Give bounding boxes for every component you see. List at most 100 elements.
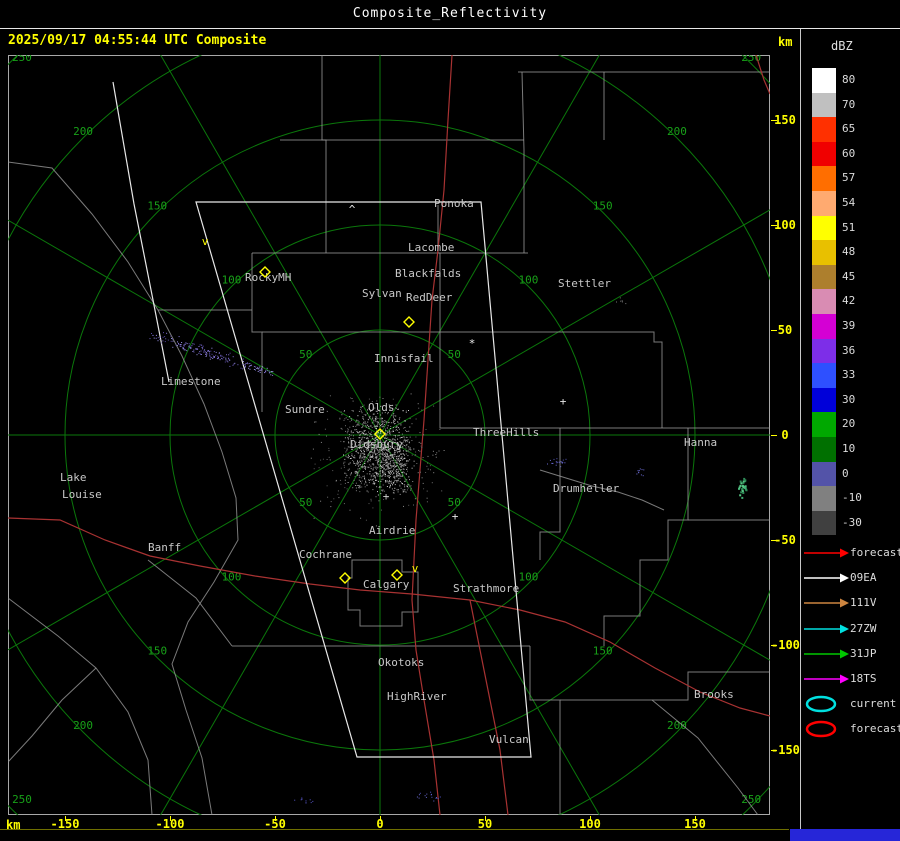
- dbz-value-label-36: 36: [842, 343, 856, 357]
- dbz-swatch-80: [812, 68, 836, 93]
- city-label-sylvan: Sylvan: [362, 287, 402, 300]
- city-label-olds: Olds: [368, 401, 395, 414]
- radial-line-300: [379, 55, 600, 436]
- caret-marker: ^: [349, 203, 356, 216]
- bottom-axis-tick: [275, 816, 276, 821]
- dbz-swatch-0: [812, 461, 836, 487]
- vector-label-111v: 111V: [850, 596, 877, 610]
- bottom-axis-tick: [590, 816, 591, 821]
- range-ring-label-150: 150: [593, 199, 613, 212]
- county-boundary-line: [8, 597, 153, 815]
- range-ring-label-50: 50: [299, 496, 312, 509]
- city-label-hanna: Hanna: [684, 436, 717, 449]
- current-ellipse-icon: [805, 695, 837, 713]
- coverage-boundary-line: [195, 201, 532, 758]
- range-ring-label-150: 150: [147, 645, 167, 658]
- radial-line-120: [160, 434, 381, 815]
- dbz-value-label-48: 48: [842, 245, 856, 259]
- range-ring-label-200: 200: [73, 125, 93, 138]
- ellipse-label-current: current: [850, 697, 897, 710]
- range-ring-label-50: 50: [448, 496, 461, 509]
- radar-echoes: [149, 297, 748, 804]
- plus-marker: +: [560, 395, 567, 408]
- range-ring-label-200: 200: [73, 719, 93, 732]
- county-boundary-line: [603, 428, 689, 646]
- county-boundary-line: [560, 671, 770, 701]
- county-boundary-line: [529, 646, 561, 815]
- right-axis-tick: [771, 330, 777, 331]
- v-marker: v: [412, 562, 419, 575]
- range-ring-label-50: 50: [299, 348, 312, 361]
- forecast-ellipse-icon: [805, 720, 837, 738]
- dbz-swatch-33: [812, 363, 836, 388]
- dbz-value-label-51: 51: [842, 220, 856, 234]
- bottom-axis-tick: [695, 816, 696, 821]
- city-label-louise: Louise: [62, 488, 102, 501]
- city-label-cochrane: Cochrane: [299, 548, 352, 561]
- city-label-stettler: Stettler: [558, 277, 611, 290]
- city-label-threehills: ThreeHills: [473, 426, 539, 439]
- dbz-swatch-60: [812, 141, 836, 167]
- dbz-swatch-70: [812, 92, 836, 118]
- range-ring-label-150: 150: [593, 645, 613, 658]
- 31jp-arrow-icon: [804, 649, 849, 659]
- dbz-value-label-39: 39: [842, 319, 856, 332]
- county-boundary-line: [8, 161, 239, 815]
- dbz-value-label-54: 54: [842, 196, 856, 209]
- radial-line-210: [8, 219, 381, 436]
- city-label-drumheller: Drumheller: [553, 482, 620, 495]
- range-ring-label-100: 100: [519, 274, 539, 287]
- city-label-okotoks: Okotoks: [378, 656, 424, 669]
- county-boundary-line: [439, 332, 770, 429]
- dbz-swatch-30: [812, 387, 836, 413]
- radar-app-window: Composite_Reflectivity 2025/09/17 04:55:…: [0, 0, 900, 841]
- right-axis-tick: [771, 225, 777, 226]
- right-axis-tick: [771, 750, 777, 751]
- dbz-value-label-60: 60: [842, 146, 856, 160]
- bottom-axis-tick: [485, 816, 486, 821]
- legend-panel: dBZ 80 70 65 60 57 54 51 48 45 42 39 36 33 30 20 10 0 -10…: [800, 29, 900, 841]
- v-marker: v: [202, 235, 209, 248]
- right-axis-tick: [771, 645, 777, 646]
- plus-marker: +: [452, 510, 459, 523]
- radar-site-marker[interactable]: [403, 316, 415, 328]
- range-ring-label-250: 250: [12, 51, 32, 64]
- vector-label-31jp: 31JP: [850, 646, 877, 660]
- 18ts-arrow-icon: [804, 674, 849, 684]
- dbz-swatch-39: [812, 314, 836, 339]
- range-ring-label-150: 150: [147, 199, 167, 212]
- right-axis-tick: [771, 435, 777, 436]
- city-label-reddeer: RedDeer: [406, 291, 453, 304]
- county-boundary-line: [8, 667, 97, 763]
- range-ring-label-100: 100: [222, 274, 242, 287]
- dbz-value-label-20: 20: [842, 417, 856, 431]
- city-labels: Ponoka Lacombe Blackfalds Sylvan RedDeer Stet…: [60, 197, 734, 746]
- vector-label-18ts: 18TS: [850, 672, 877, 685]
- city-label-strathmore: Strathmore: [453, 582, 519, 595]
- dbz-swatch-54: [812, 191, 836, 216]
- dbz-swatch-42: [812, 289, 836, 314]
- city-label-lake: Lake: [60, 471, 87, 484]
- highway-line: [755, 55, 770, 95]
- dbz-value-label--10: -10: [842, 491, 862, 505]
- bottom-axis-tick: [380, 816, 381, 821]
- dbz-swatch--10: [812, 486, 836, 511]
- coverage-outline: [112, 81, 532, 758]
- right-axis-tick: [771, 540, 777, 541]
- 27zw-arrow-icon: [804, 624, 849, 634]
- bottom-scrollbar-thumb[interactable]: [790, 829, 900, 841]
- bottom-axis-tick: [65, 816, 66, 821]
- city-label-innisfail: Innisfail: [374, 352, 434, 365]
- city-label-ponoka: Ponoka: [434, 197, 474, 210]
- dbz-swatch--30: [812, 510, 836, 536]
- range-ring-label-200: 200: [667, 125, 687, 138]
- county-boundary-line: [347, 559, 419, 627]
- dbz-value-label-57: 57: [842, 171, 856, 185]
- city-label-vulcan: Vulcan: [489, 733, 529, 746]
- bottom-window-edge: [0, 829, 789, 830]
- radar-map-canvas[interactable]: 5010015020025050100150200250501001502002…: [0, 0, 900, 841]
- dbz-value-label-0: 0: [842, 466, 849, 480]
- county-boundary-line: [521, 71, 525, 253]
- dbz-swatch-51: [812, 215, 836, 241]
- ellipse-label-forecast: forecast: [850, 722, 900, 735]
